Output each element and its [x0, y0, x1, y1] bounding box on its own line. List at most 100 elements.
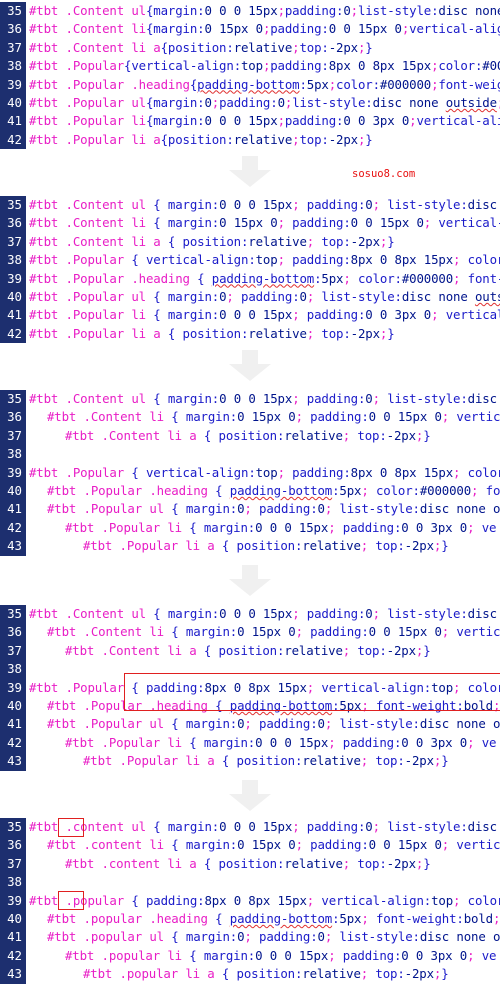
code-line[interactable]: 41 #tbt .Popular ul { margin:0; padding:0… — [0, 500, 500, 518]
code-text: #tbt .Popular .heading{padding-bottom:5p… — [29, 76, 500, 92]
line-number: 40 — [7, 482, 22, 498]
code-text: #tbt .Content li a { position:relative; … — [29, 233, 395, 249]
code-line[interactable]: 42 #tbt .Popular li a { position:relative… — [0, 325, 500, 343]
code-line[interactable]: 43 #tbt .popular li a { position:relative… — [0, 965, 500, 983]
code-line[interactable]: 40 #tbt .Popular .heading { padding-botto… — [0, 697, 500, 715]
code-text: #tbt .Content li{margin:0 15px 0;padding… — [29, 21, 500, 37]
code-text: #tbt .Popular .heading { padding-bottom:… — [29, 270, 500, 286]
line-number: 43 — [7, 753, 22, 769]
code-line[interactable]: 36 #tbt .Content li { margin:0 15px 0; pa… — [0, 623, 500, 641]
code-line[interactable]: 35 #tbt .Content ul { margin:0 0 0 15px; … — [0, 605, 500, 623]
line-number: 35 — [7, 606, 22, 621]
code-text: #tbt .Content ul { margin:0 0 0 15px; pa… — [29, 197, 497, 212]
code-line[interactable]: 41 #tbt .Popular li{margin:0 0 0 15px;pad… — [0, 112, 500, 130]
code-text: #tbt .Popular ul{margin:0;padding:0;list… — [29, 94, 500, 110]
line-number: 42 — [7, 519, 22, 535]
code-line[interactable]: 42 #tbt .Popular li { margin:0 0 0 15px; … — [0, 519, 500, 537]
code-line[interactable]: 43 #tbt .Popular li a { position:relative… — [0, 752, 500, 770]
code-text: #tbt .Content ul { margin:0 0 0 15px; pa… — [29, 606, 497, 621]
line-number: 39 — [7, 679, 22, 695]
code-line[interactable]: 39 #tbt .Popular { padding:8px 0 8px 15px… — [0, 679, 500, 697]
line-number: 40 — [7, 94, 22, 110]
code-text: #tbt .Popular{vertical-align:top;padding… — [29, 58, 500, 74]
code-line[interactable]: 35 #tbt .Content ul { margin:0 0 0 15px; … — [0, 390, 500, 408]
line-number: 43 — [7, 966, 22, 982]
code-line[interactable]: 36 #tbt .Content li { margin:0 15px 0; pa… — [0, 408, 500, 426]
code-line[interactable]: 39 #tbt .popular { padding:8px 0 8px 15px… — [0, 892, 500, 910]
code-line[interactable]: 38 — [0, 873, 500, 891]
code-block-5: 35 #tbt .content ul { margin:0 0 0 15px; … — [0, 818, 500, 984]
line-number: 36 — [7, 409, 22, 425]
line-number: 36 — [7, 21, 22, 37]
code-line[interactable]: 41 #tbt .Popular ul { margin:0; padding:0… — [0, 715, 500, 733]
code-line[interactable]: 40 #tbt .Popular .heading { padding-botto… — [0, 482, 500, 500]
code-line[interactable]: 41 #tbt .popular ul { margin:0; padding:0… — [0, 928, 500, 946]
code-line[interactable]: 38 #tbt .Popular{vertical-align:top;paddi… — [0, 57, 500, 75]
code-line[interactable]: 35 #tbt .Content ul { margin:0 0 0 15px; … — [0, 196, 500, 214]
code-line[interactable]: 35 #tbt .content ul { margin:0 0 0 15px; … — [0, 818, 500, 836]
code-line[interactable]: 37 #tbt .content li a { position:relative… — [0, 855, 500, 873]
code-lines: 35 #tbt .content ul { margin:0 0 0 15px; … — [0, 818, 500, 984]
code-line[interactable]: 39 #tbt .Popular .heading{padding-bottom:… — [0, 76, 500, 94]
code-line[interactable]: 37 #tbt .Content li a { position:relative… — [0, 642, 500, 660]
line-number: 39 — [7, 892, 22, 908]
code-line[interactable]: 37 #tbt .Content li a{position:relative;t… — [0, 39, 500, 57]
code-text: #tbt .Popular li a{position:relative;top… — [29, 131, 373, 147]
code-text: #tbt .Content ul{margin:0 0 0 15px;paddi… — [29, 3, 500, 18]
code-line[interactable]: 42 #tbt .popular li { margin:0 0 0 15px; … — [0, 947, 500, 965]
code-lines: 35 #tbt .Content ul{margin:0 0 0 15px;pad… — [0, 2, 500, 149]
code-line[interactable]: 36 #tbt .Content li { margin:0 15px 0; pa… — [0, 214, 500, 232]
line-number: 38 — [7, 874, 22, 890]
code-text: #tbt .popular { padding:8px 0 8px 15px; … — [29, 892, 500, 908]
code-text: #tbt .Content li a{position:relative;top… — [29, 39, 373, 55]
line-number: 37 — [7, 233, 22, 249]
code-text: #tbt .content ul { margin:0 0 0 15px; pa… — [29, 819, 497, 834]
code-lines: 35 #tbt .Content ul { margin:0 0 0 15px; … — [0, 390, 500, 556]
code-text: #tbt .Popular li { margin:0 0 0 15px; pa… — [65, 734, 497, 750]
code-line[interactable]: 37 #tbt .Content li a { position:relative… — [0, 427, 500, 445]
line-number: 35 — [7, 819, 22, 834]
line-number: 41 — [7, 307, 22, 323]
code-line[interactable]: 37 #tbt .Content li a { position:relative… — [0, 233, 500, 251]
code-text: #tbt .Popular .heading { padding-bottom:… — [47, 482, 500, 498]
code-text: #tbt .Popular li a { position:relative; … — [29, 325, 395, 341]
code-line[interactable]: 39 #tbt .Popular .heading { padding-botto… — [0, 270, 500, 288]
code-line[interactable]: 42 #tbt .Popular li a{position:relative;t… — [0, 131, 500, 149]
line-number: 43 — [7, 538, 22, 554]
code-line[interactable]: 38 — [0, 660, 500, 678]
code-line[interactable]: 38 — [0, 445, 500, 463]
code-line[interactable]: 38 #tbt .Popular { vertical-align:top; pa… — [0, 251, 500, 269]
code-line[interactable]: 40 #tbt .Popular ul { margin:0; padding:0… — [0, 288, 500, 306]
flow-arrow-2 — [228, 348, 272, 384]
code-line[interactable]: 41 #tbt .Popular li { margin:0 0 0 15px; … — [0, 306, 500, 324]
code-text: #tbt .Popular { vertical-align:top; padd… — [29, 252, 500, 268]
code-line[interactable]: 43 #tbt .Popular li a { position:relative… — [0, 537, 500, 555]
code-block-4: 35 #tbt .Content ul { margin:0 0 0 15px; … — [0, 605, 500, 771]
code-line[interactable]: 40 #tbt .Popular ul{margin:0;padding:0;li… — [0, 94, 500, 112]
flow-arrow-4 — [228, 778, 272, 814]
line-number: 42 — [7, 325, 22, 341]
code-line[interactable]: 35 #tbt .Content ul{margin:0 0 0 15px;pad… — [0, 2, 500, 20]
line-number: 38 — [7, 252, 22, 268]
code-block-1: 35 #tbt .Content ul{margin:0 0 0 15px;pad… — [0, 2, 500, 150]
code-line[interactable]: 40 #tbt .popular .heading { padding-botto… — [0, 910, 500, 928]
line-number: 35 — [7, 3, 22, 18]
flow-arrow-3 — [228, 563, 272, 599]
line-number: 42 — [7, 734, 22, 750]
code-text: #tbt .Popular li { margin:0 0 0 15px; pa… — [65, 519, 497, 535]
line-number: 41 — [7, 716, 22, 732]
code-line[interactable]: 39 #tbt .Popular { vertical-align:top; pa… — [0, 464, 500, 482]
line-number: 37 — [7, 39, 22, 55]
code-comparison-page: sosuo8.com 35 #tbt .Content ul{margin:0 0… — [0, 0, 500, 984]
code-text: #tbt .popular .heading { padding-bottom:… — [47, 910, 500, 926]
code-line[interactable]: 42 #tbt .Popular li { margin:0 0 0 15px; … — [0, 734, 500, 752]
code-text: #tbt .Content li a { position:relative; … — [65, 427, 431, 443]
code-text: #tbt .popular li a { position:relative; … — [83, 966, 449, 982]
code-line[interactable]: 36 #tbt .Content li{margin:0 15px 0;paddi… — [0, 20, 500, 38]
code-text: #tbt .content li { margin:0 15px 0; padd… — [47, 837, 500, 853]
line-number: 37 — [7, 642, 22, 658]
line-number: 42 — [7, 131, 22, 147]
code-text: #tbt .Popular ul { margin:0; padding:0; … — [47, 716, 500, 732]
code-line[interactable]: 36 #tbt .content li { margin:0 15px 0; pa… — [0, 836, 500, 854]
line-number: 35 — [7, 197, 22, 212]
